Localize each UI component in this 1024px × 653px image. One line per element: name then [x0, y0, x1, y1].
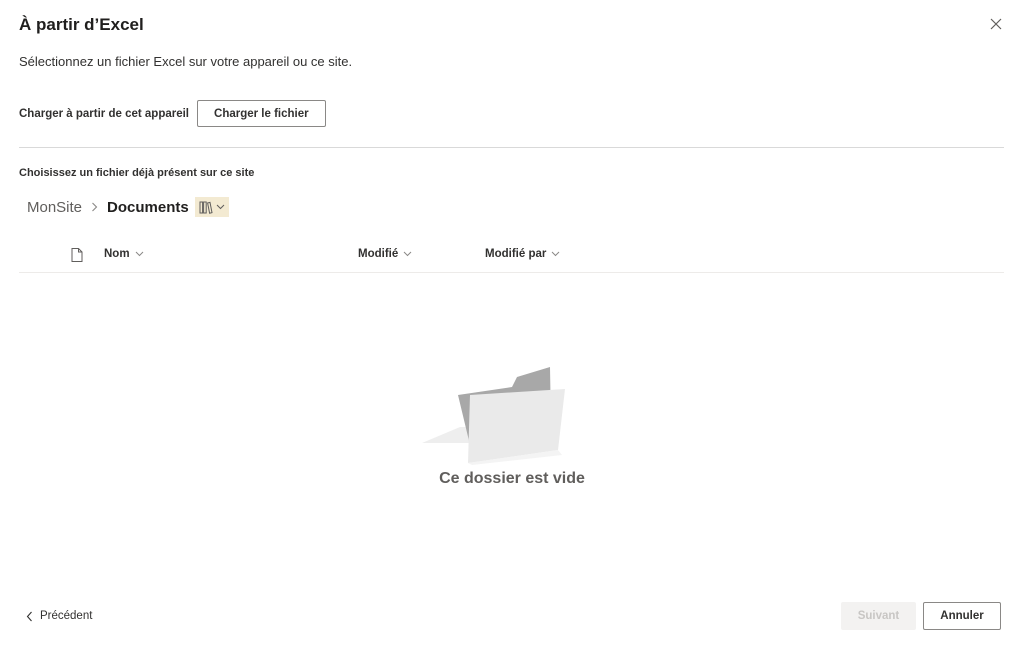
breadcrumb: MonSite Documents	[27, 196, 229, 218]
library-icon	[199, 201, 213, 214]
upload-row: Charger à partir de cet appareil Charger…	[19, 100, 326, 127]
empty-folder-icon	[422, 367, 565, 465]
chevron-down-icon	[403, 251, 412, 257]
chevron-right-icon	[91, 202, 98, 212]
upload-label: Charger à partir de cet appareil	[19, 107, 190, 120]
column-header-modified-by[interactable]: Modifié par	[485, 248, 560, 260]
back-button-label: Précédent	[40, 610, 93, 622]
column-header-name[interactable]: Nom	[104, 248, 144, 260]
chevron-down-icon	[551, 251, 560, 257]
section-divider	[19, 147, 1004, 148]
chevron-down-icon	[135, 251, 144, 257]
empty-folder-message: Ce dossier est vide	[439, 470, 585, 487]
column-header-label: Modifié	[358, 248, 399, 260]
breadcrumb-root[interactable]: MonSite	[27, 199, 82, 216]
choose-file-label: Choisissez un fichier déjà présent sur c…	[19, 167, 255, 179]
cancel-button[interactable]: Annuler	[923, 602, 1001, 630]
back-button[interactable]: Précédent	[26, 608, 92, 624]
file-list-header: Nom Modifié Modifié par	[19, 239, 1004, 273]
close-icon	[990, 18, 1002, 30]
column-header-label: Nom	[104, 248, 130, 260]
file-type-icon	[71, 248, 83, 262]
next-button[interactable]: Suivant	[841, 602, 916, 630]
dialog-subtitle: Sélectionnez un fichier Excel sur votre …	[19, 54, 353, 69]
chevron-down-icon	[216, 204, 225, 210]
column-header-label: Modifié par	[485, 248, 547, 260]
upload-file-button[interactable]: Charger le fichier	[197, 100, 326, 127]
library-switcher-button[interactable]	[194, 197, 229, 217]
column-header-modified[interactable]: Modifié	[358, 248, 412, 260]
breadcrumb-current: Documents	[107, 198, 189, 216]
dialog-title: À partir d’Excel	[19, 15, 144, 34]
excel-import-dialog: À partir d’Excel Sélectionnez un fichier…	[0, 0, 1024, 653]
chevron-left-icon	[26, 611, 32, 621]
close-button[interactable]	[986, 14, 1006, 34]
